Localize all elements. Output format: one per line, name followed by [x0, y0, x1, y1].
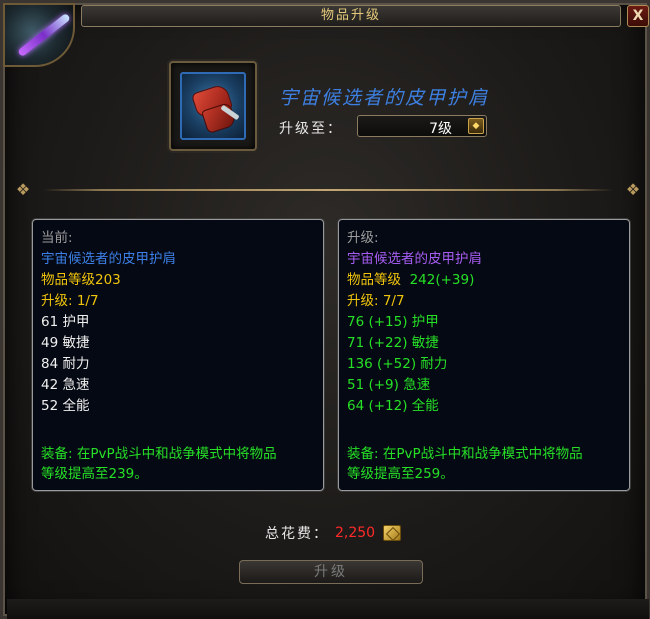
upgraded-equip-line-1: 装备: 在PvP战斗中和战争模式中将物品	[347, 446, 583, 462]
close-button[interactable]: X	[627, 5, 649, 27]
current-stats-panel: 当前: 宇宙候选者的皮甲护肩 物品等级203 升级: 1/7 61 护甲 49 …	[32, 219, 324, 491]
total-cost-label: 总花费：	[265, 526, 329, 542]
total-cost-value: 2,250	[335, 525, 376, 541]
current-stat-versatility: 52 全能	[41, 398, 90, 414]
upgrade-to-label: 升级至：	[279, 121, 343, 137]
current-stat-haste: 42 急速	[41, 377, 90, 393]
current-stat-stamina: 84 耐力	[41, 356, 90, 372]
section-divider: ❖ ❖	[15, 180, 641, 199]
upgraded-stat-armor: 76 (+15) 护甲	[347, 314, 439, 330]
current-header: 当前:	[41, 230, 73, 246]
upgraded-equip-line-2: 等级提高至259。	[347, 466, 454, 482]
upgraded-header: 升级:	[347, 230, 379, 246]
character-portrait-icon	[3, 3, 75, 67]
current-item-name: 宇宙候选者的皮甲护肩	[41, 251, 176, 267]
current-equip-effect: 装备: 在PvP战斗中和战争模式中将物品 等级提高至239。	[41, 444, 317, 484]
item-slot[interactable]	[169, 61, 257, 151]
upgraded-upgrade-progress: 升级: 7/7	[347, 293, 405, 309]
shoulder-armor-icon	[180, 72, 246, 140]
upgrade-button[interactable]: 升级	[239, 560, 423, 584]
upgraded-stat-agility: 71 (+22) 敏捷	[347, 335, 439, 351]
current-upgrade-progress: 升级: 1/7	[41, 293, 99, 309]
upgraded-item-name: 宇宙候选者的皮甲护肩	[347, 251, 482, 267]
gold-coin-icon	[383, 525, 401, 541]
upgrade-window: 物品升级 X 宇宙候选者的皮甲护肩 升级至： 7级 ◆ ❖ ❖ 当前: 宇宙候选…	[0, 0, 650, 619]
window-title: 物品升级	[81, 5, 621, 27]
current-item-level: 物品等级203	[41, 272, 121, 288]
upgraded-stat-haste: 51 (+9) 急速	[347, 377, 431, 393]
upgraded-stats-panel: 升级: 宇宙候选者的皮甲护肩 物品等级 242(+39) 升级: 7/7 76 …	[338, 219, 630, 491]
upgrade-level-dropdown[interactable]: 7级 ◆	[357, 115, 487, 137]
upgraded-item-level-value: 242(+39)	[401, 272, 475, 288]
upgraded-stat-stamina: 136 (+52) 耐力	[347, 356, 448, 372]
current-equip-line-1: 装备: 在PvP战斗中和战争模式中将物品	[41, 446, 277, 462]
dropdown-arrow-icon[interactable]: ◆	[468, 118, 484, 134]
upgraded-equip-effect: 装备: 在PvP战斗中和战争模式中将物品 等级提高至259。	[347, 444, 623, 484]
close-icon: X	[632, 8, 644, 24]
item-name: 宇宙候选者的皮甲护肩	[279, 87, 490, 109]
current-stat-agility: 49 敏捷	[41, 335, 90, 351]
current-stat-armor: 61 护甲	[41, 314, 90, 330]
upgraded-item-level: 物品等级 242(+39)	[347, 272, 475, 288]
current-equip-line-2: 等级提高至239。	[41, 466, 148, 482]
bottom-border	[7, 599, 649, 619]
upgrade-level-value: 7级	[429, 121, 452, 137]
upgraded-stat-versatility: 64 (+12) 全能	[347, 398, 439, 414]
